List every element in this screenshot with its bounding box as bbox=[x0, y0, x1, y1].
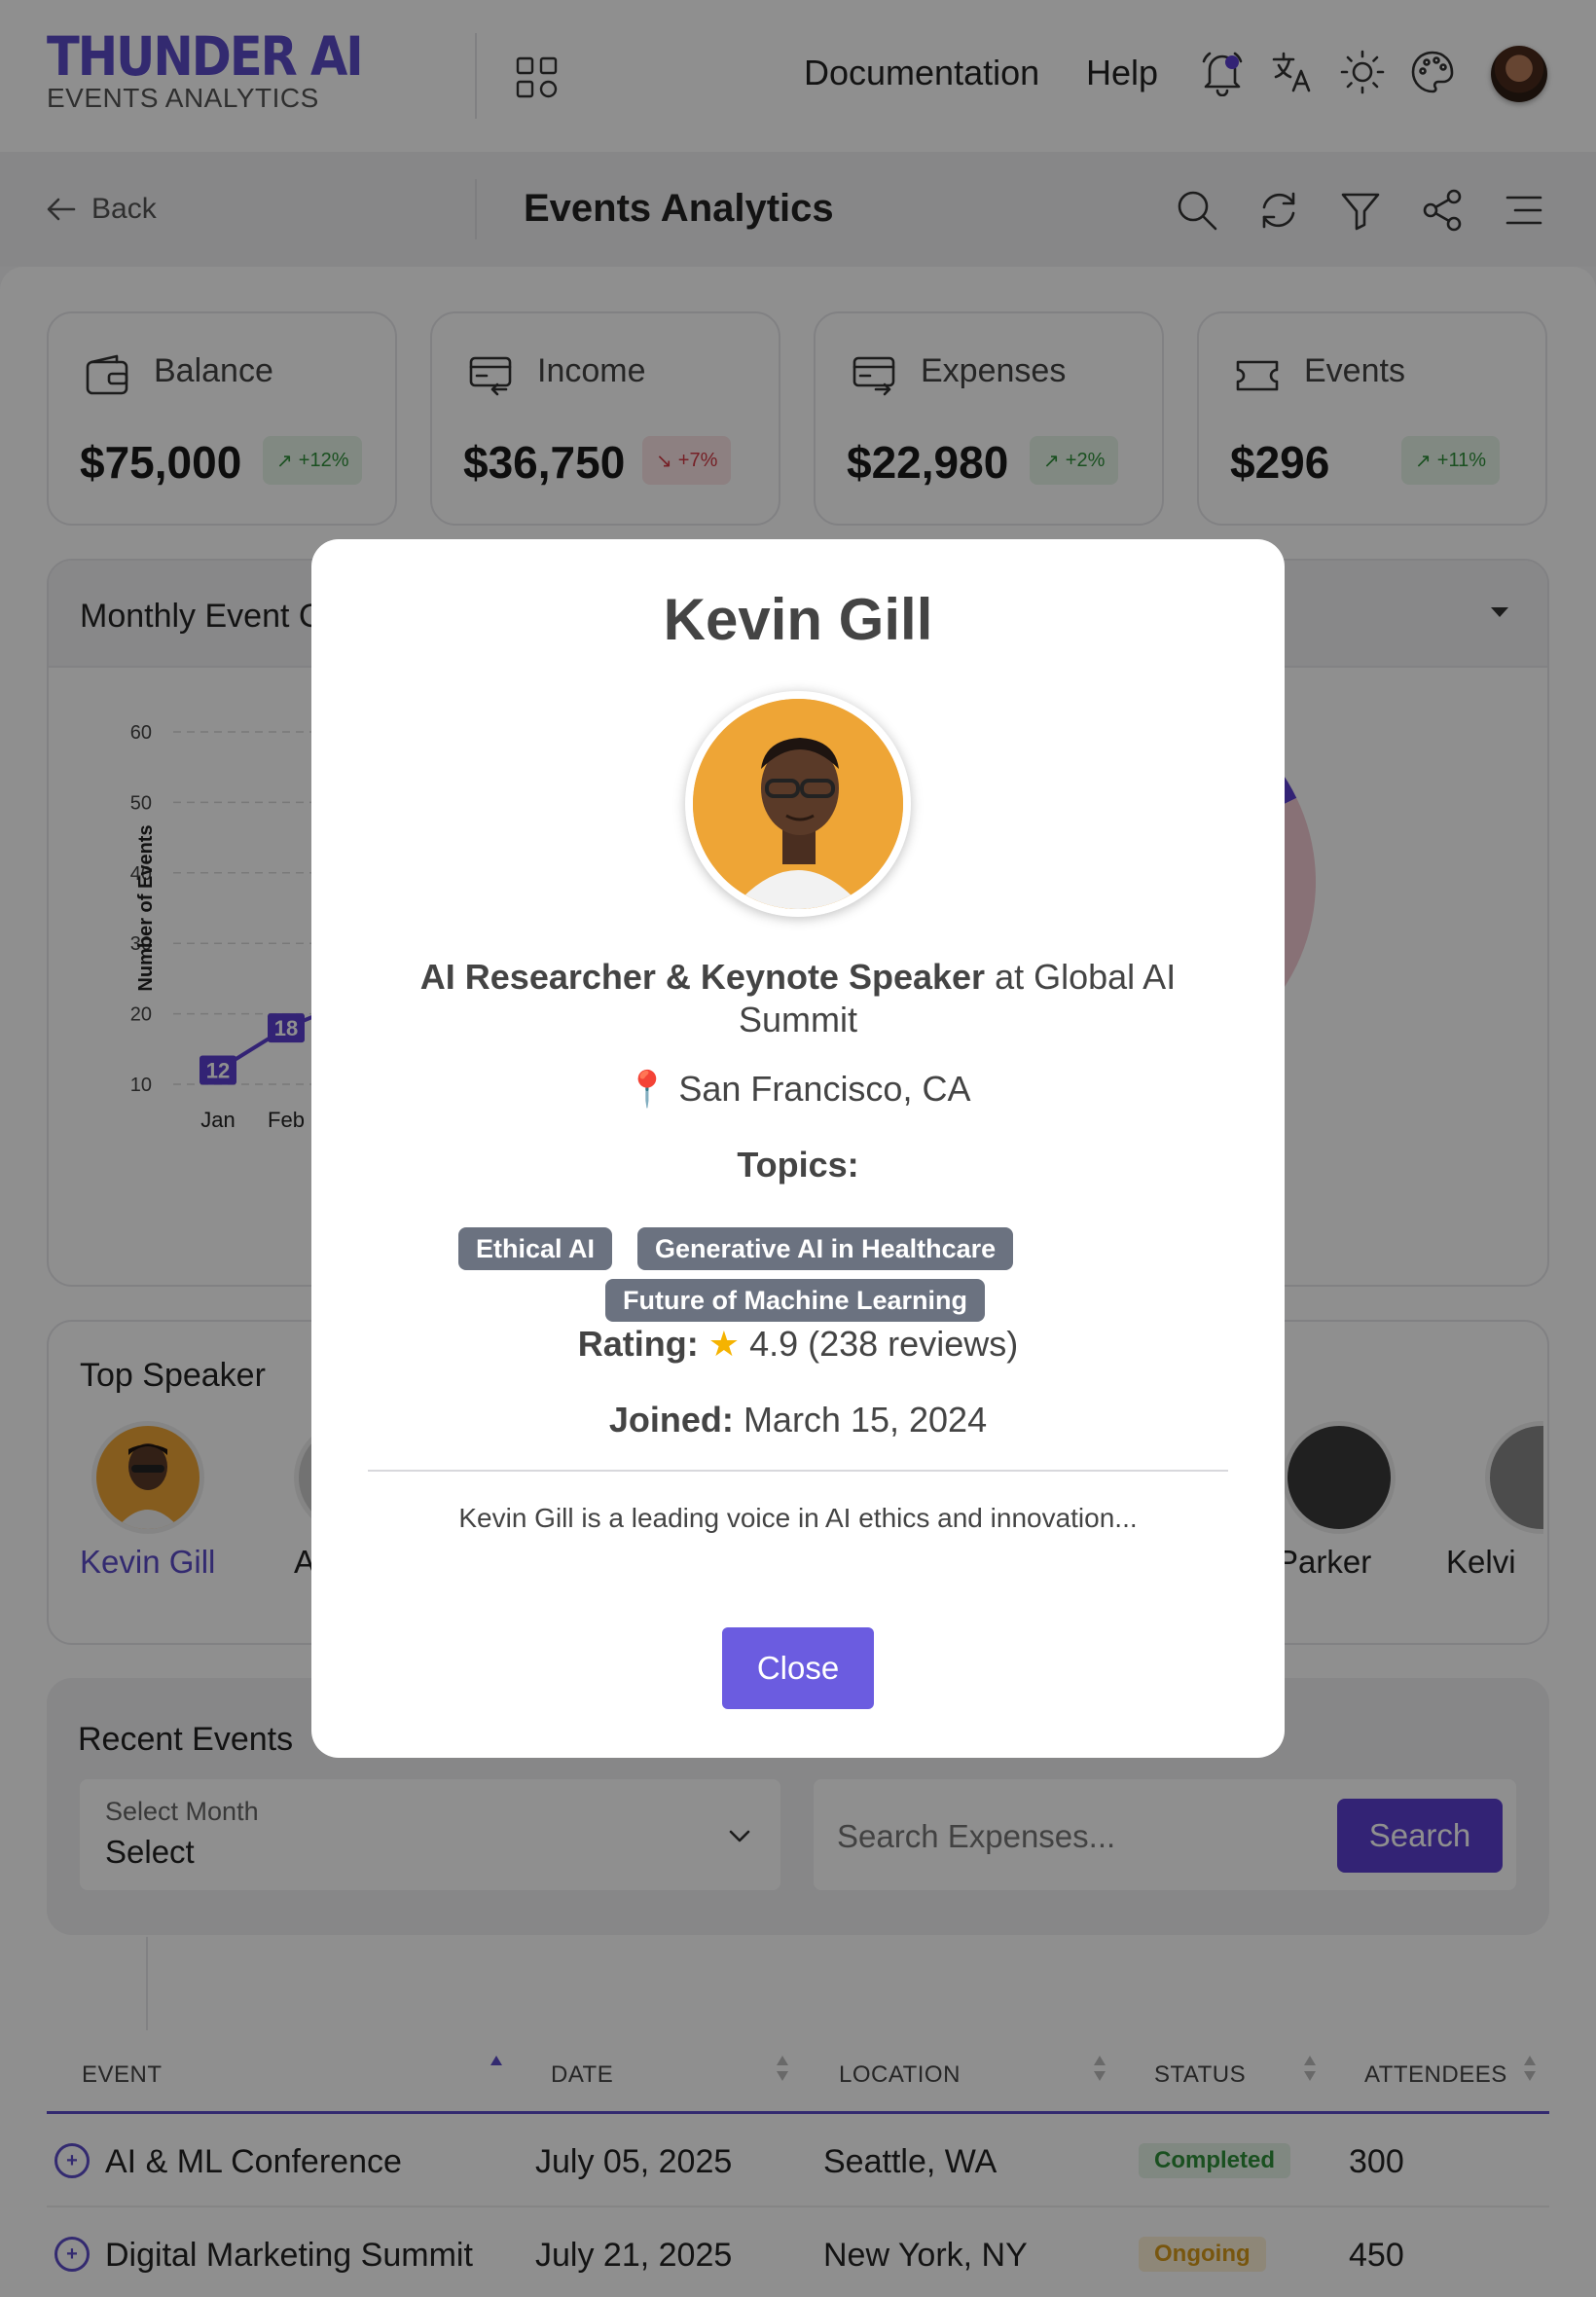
star-icon: ★ bbox=[707, 1324, 741, 1364]
map-pin-icon: 📍 bbox=[625, 1069, 670, 1109]
joined-label: Joined: bbox=[608, 1400, 734, 1440]
role-title: AI Researcher & Keynote Speaker bbox=[419, 957, 986, 997]
speaker-profile-modal: Kevin Gill AI Researcher & Keynote Speak… bbox=[311, 539, 1285, 1758]
modal-speaker-name: Kevin Gill bbox=[663, 587, 933, 652]
topic-chip: Future of Machine Learning bbox=[605, 1279, 986, 1322]
rating-value: 4.9 (238 reviews) bbox=[749, 1324, 1019, 1364]
close-button[interactable]: Close bbox=[722, 1627, 874, 1709]
speaker-joined: Joined: March 15, 2024 bbox=[311, 1400, 1285, 1440]
speaker-role: AI Researcher & Keynote Speaker at Globa… bbox=[399, 956, 1197, 1041]
modal-divider bbox=[368, 1470, 1228, 1472]
speaker-photo bbox=[685, 691, 911, 917]
topic-chip: Ethical AI bbox=[458, 1227, 613, 1270]
speaker-rating: Rating: ★ 4.9 (238 reviews) bbox=[311, 1324, 1285, 1365]
topic-chip: Generative AI in Healthcare bbox=[637, 1227, 1014, 1270]
rating-label: Rating: bbox=[577, 1324, 699, 1364]
speaker-bio: Kevin Gill is a leading voice in AI ethi… bbox=[458, 1503, 1138, 1533]
topics-heading: Topics: bbox=[737, 1145, 859, 1185]
joined-value: March 15, 2024 bbox=[743, 1400, 988, 1440]
location-text: San Francisco, CA bbox=[678, 1069, 971, 1109]
speaker-location: 📍 San Francisco, CA bbox=[311, 1069, 1285, 1110]
